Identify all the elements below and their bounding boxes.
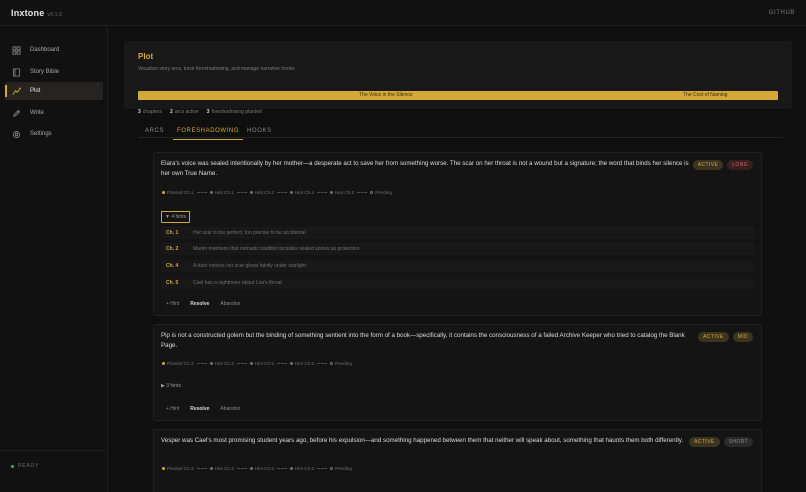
sidebar-item-write[interactable]: Write: [5, 104, 103, 122]
stat-arcs: 2 arcs active: [169, 109, 199, 115]
foreshadowing-text: Elara's voice was sealed intentionally b…: [161, 160, 689, 177]
timeline-step: Hint Ch.3: [209, 361, 234, 366]
main-content: Plot Visualize story arcs, track foresha…: [109, 27, 806, 492]
hint-row: Ch. 2 Maren mentions that nomadic tradit…: [161, 243, 754, 255]
page-title: Plot: [138, 52, 154, 61]
hint-row: Ch. 1 Her scar is too perfect, too preci…: [161, 227, 754, 239]
sidebar: Dashboard Story Bible Plot Write Setting…: [0, 27, 108, 492]
app-title: Inxtone: [11, 8, 45, 18]
sidebar-item-label: Story Bible: [30, 69, 60, 75]
hints-toggle[interactable]: ▼ 4 hints: [161, 211, 191, 223]
foreshadowing-card: Vesper was Cael's most promising student…: [153, 429, 762, 492]
hints-toggle[interactable]: ▶ 3 hints: [161, 383, 181, 389]
hint-timeline: Planted Ch.3 Hint Ch.3 Hint Ch.5 Hint Ch…: [162, 466, 352, 471]
foreshadowing-text: Pip is not a constructed golem but the b…: [161, 332, 685, 349]
timeline-step: Hint Ch.3: [209, 466, 234, 471]
page-subtitle: Visualize story arcs, track foreshadowin…: [138, 66, 295, 72]
sidebar-item-label: Settings: [30, 131, 52, 137]
sidebar-item-dashboard[interactable]: Dashboard: [5, 41, 103, 59]
gear-icon: [12, 130, 21, 139]
badge-group: ACTIVE MID: [694, 332, 753, 342]
hint-text: Cael has a nightmare about Lira's throat: [193, 280, 282, 286]
foreshadowing-card: Pip is not a constructed golem but the b…: [153, 324, 762, 421]
badge-group: ACTIVE SHORT: [685, 437, 753, 447]
sidebar-item-label: Plot: [30, 88, 41, 94]
status-badge: ACTIVE: [692, 160, 724, 170]
resolve-button[interactable]: Resolve: [190, 301, 209, 307]
hint-row: Ch. 4 A tutor notices her scar glows fai…: [161, 260, 754, 272]
timeline-step: Hint Ch.2: [249, 190, 274, 195]
app-logo[interactable]: Inxtone v0.1.0: [11, 8, 62, 18]
app-version: v0.1.0: [47, 12, 63, 18]
sidebar-item-label: Write: [30, 110, 44, 116]
timeline-step: Planted Ch.2: [162, 361, 194, 366]
sidebar-divider: [0, 450, 108, 451]
timeline-step: Hint Ch.4: [289, 190, 314, 195]
status-text: READY: [18, 463, 40, 469]
status-badge: ACTIVE: [698, 332, 729, 342]
tab-hooks[interactable]: HOOKS: [247, 128, 272, 134]
foreshadowing-card: Elara's voice was sealed intentionally b…: [153, 152, 762, 316]
hint-timeline: Planted Ch.1 Hint Ch.1 Hint Ch.2 Hint Ch…: [162, 190, 392, 195]
top-bar: Inxtone v0.1.0 GITHUB: [0, 0, 806, 26]
timeline-step: Hint Ch.5: [249, 466, 274, 471]
abandon-button[interactable]: Abandon: [220, 301, 240, 307]
timeline-step: Hint Ch.5: [330, 190, 354, 195]
foreshadowing-text: Vesper was Cael's most promising student…: [161, 437, 684, 444]
stat-chapters: 3 chapters: [138, 109, 162, 115]
timeline-step: Hint Ch.1: [209, 190, 234, 195]
card-actions: + Hint Resolve Abandon: [166, 406, 251, 412]
add-hint-button[interactable]: + Hint: [166, 406, 179, 412]
stats-row: 3 chapters 2 arcs active 3 foreshadowing pl…: [138, 109, 270, 115]
hint-timeline: Planted Ch.2 Hint Ch.3 Hint Ch.5 Hint Ch…: [162, 361, 352, 366]
term-badge: MID: [732, 332, 753, 342]
term-badge: SHORT: [723, 437, 753, 447]
hint-row: Ch. 5 Cael has a nightmare about Lira's …: [161, 277, 754, 289]
abandon-button[interactable]: Abandon: [220, 406, 240, 412]
header-panel: Plot Visualize story arcs, track foresha…: [124, 41, 792, 109]
tab-arcs[interactable]: ARCS: [145, 128, 164, 134]
sidebar-item-label: Dashboard: [30, 47, 60, 53]
timeline-step: Pending: [330, 361, 352, 366]
card-actions: + Hint Resolve Abandon: [166, 301, 251, 307]
hint-chapter: Ch. 5: [166, 280, 179, 286]
hint-chapter: Ch. 1: [166, 230, 179, 236]
hint-chapter: Ch. 2: [166, 246, 179, 252]
status-indicator: READY: [11, 463, 39, 469]
sidebar-item-settings[interactable]: Settings: [5, 125, 103, 143]
timeline-step: Hint Ch.5: [249, 361, 274, 366]
sidebar-item-story-bible[interactable]: Story Bible: [5, 63, 103, 81]
grid-icon: [12, 45, 21, 55]
stat-foreshadowing: 3 foreshadowing planted: [206, 109, 262, 115]
hint-chapter: Ch. 4: [166, 263, 179, 269]
arc-label[interactable]: The Cost of Naming: [683, 92, 727, 98]
timeline-step: Pending: [330, 466, 352, 471]
github-link[interactable]: GITHUB: [769, 10, 795, 16]
hint-text: A tutor notices her scar glows faintly u…: [193, 263, 306, 269]
hint-text: Maren mentions that nomadic tradition in…: [193, 246, 360, 252]
pen-icon: [12, 109, 21, 118]
timeline-step: Planted Ch.3: [162, 466, 194, 471]
status-dot: [11, 464, 14, 468]
status-badge: ACTIVE: [689, 437, 720, 447]
arc-timeline-bar[interactable]: The Voice in the Silence The Cost of Nam…: [138, 91, 778, 100]
term-badge: LONG: [727, 160, 753, 170]
add-hint-button[interactable]: + Hint: [166, 301, 179, 307]
timeline-step: Hint Ch.6: [289, 466, 314, 471]
arc-label[interactable]: The Voice in the Silence: [359, 92, 413, 98]
timeline-step: Pending: [370, 190, 392, 195]
resolve-button[interactable]: Resolve: [190, 406, 209, 412]
hint-text: Her scar is too perfect, too precise to …: [193, 230, 306, 236]
sidebar-item-plot[interactable]: Plot: [5, 82, 103, 100]
plot-icon: [12, 87, 21, 96]
tab-foreshadowing[interactable]: FORESHADOWING: [172, 128, 244, 140]
timeline-step: Hint Ch.6: [289, 361, 314, 366]
tab-bar: ARCS FORESHADOWING HOOKS: [138, 126, 783, 140]
badge-group: ACTIVE LONG: [689, 160, 753, 170]
book-icon: [12, 67, 21, 77]
timeline-step: Planted Ch.1: [162, 190, 194, 195]
